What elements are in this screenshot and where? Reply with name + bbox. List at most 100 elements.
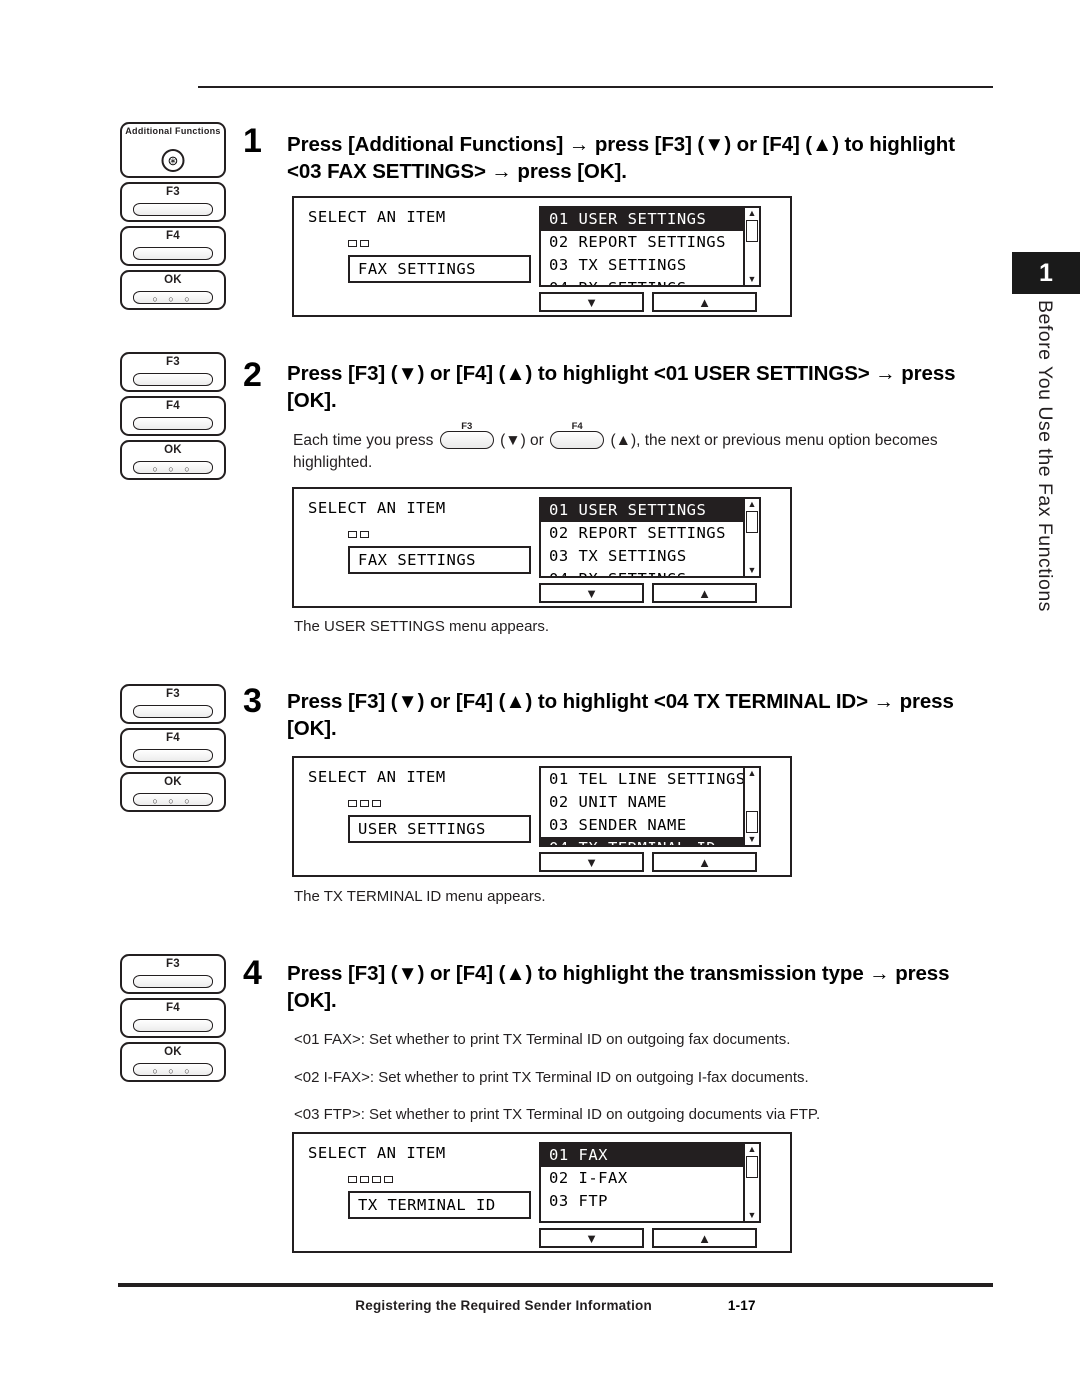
key-ok[interactable]: OK ○ ○ ○ — [120, 440, 226, 480]
scroll-thumb[interactable] — [746, 811, 758, 833]
key-column-step-1: Additional Functions ⊛ F3 F4 OK ○ ○ ○ — [120, 122, 226, 314]
lcd-1-item-1[interactable]: 02 REPORT SETTINGS — [541, 231, 759, 254]
lcd-3-down-button[interactable]: ▼ — [539, 852, 644, 872]
lcd-3-item-0[interactable]: 01 TEL LINE SETTINGS — [541, 768, 759, 791]
scroll-thumb[interactable] — [746, 1156, 758, 1178]
key-f4[interactable]: F4 — [120, 728, 226, 768]
lcd-4-left-box: TX TERMINAL ID — [348, 1191, 531, 1219]
step-1-number: 1 — [243, 122, 262, 160]
lcd-1-item-3[interactable]: 04 RX SETTINGS — [541, 277, 759, 285]
scroll-up-icon[interactable]: ▲ — [745, 500, 759, 509]
lcd-1-level-squares — [348, 240, 369, 247]
key-ok-dots: ○ ○ ○ — [152, 1066, 194, 1076]
lcd-screen-2: SELECT AN ITEM FAX SETTINGS 01 USER SETT… — [292, 487, 792, 608]
scroll-thumb[interactable] — [746, 220, 758, 242]
key-f3-label: F3 — [165, 958, 181, 970]
key-f3-button[interactable] — [133, 373, 213, 386]
lcd-2-button-bar: ▼ ▲ — [539, 583, 757, 603]
chapter-side-title: Before You Use the Fax Functions — [1034, 300, 1056, 612]
scroll-up-icon[interactable]: ▲ — [745, 1145, 759, 1154]
lcd-3-scrollbar[interactable]: ▲ ▼ — [743, 768, 759, 845]
lcd-2-down-button[interactable]: ▼ — [539, 583, 644, 603]
key-f4-label: F4 — [165, 1002, 181, 1014]
lcd-3-item-1[interactable]: 02 UNIT NAME — [541, 791, 759, 814]
lcd-1-scrollbar[interactable]: ▲ ▼ — [743, 208, 759, 285]
lcd-2-item-2[interactable]: 03 TX SETTINGS — [541, 545, 759, 568]
scroll-up-icon[interactable]: ▲ — [745, 769, 759, 778]
lcd-4-item-1[interactable]: 02 I-FAX — [541, 1167, 759, 1190]
step-2-note: Each time you press F3 (▼) or F4 (▲), th… — [293, 421, 988, 475]
key-ok[interactable]: OK ○ ○ ○ — [120, 1042, 226, 1082]
step-4-bullet-1: <02 I-FAX>: Set whether to print TX Term… — [294, 1069, 809, 1086]
step-2-note-before: Each time you press — [293, 432, 434, 449]
key-column-step-3: F3 F4 OK ○ ○ ○ — [120, 684, 226, 816]
key-f3-button[interactable] — [133, 975, 213, 988]
lcd-2-item-3[interactable]: 04 RX SETTINGS — [541, 568, 759, 576]
lcd-1-up-button[interactable]: ▲ — [652, 292, 757, 312]
footer-page-number: 1-17 — [727, 1298, 756, 1313]
key-f4[interactable]: F4 — [120, 998, 226, 1038]
key-f3[interactable]: F3 — [120, 352, 226, 392]
key-additional-functions-label: Additional Functions — [125, 126, 221, 136]
step-3-number: 3 — [243, 682, 262, 720]
key-ok-dots: ○ ○ ○ — [152, 294, 194, 304]
scroll-down-icon[interactable]: ▼ — [745, 566, 759, 575]
key-f4-button[interactable] — [133, 1019, 213, 1032]
key-f4-button[interactable] — [133, 749, 213, 762]
lcd-screen-3: SELECT AN ITEM USER SETTINGS 01 TEL LINE… — [292, 756, 792, 877]
key-f4-label: F4 — [165, 230, 181, 242]
lcd-4-item-2[interactable]: 03 FTP — [541, 1190, 759, 1213]
key-additional-functions[interactable]: Additional Functions ⊛ — [120, 122, 226, 178]
inline-key-f4-label: F4 — [571, 420, 583, 432]
key-ok-dots: ○ ○ ○ — [152, 796, 194, 806]
lcd-1-button-bar: ▼ ▲ — [539, 292, 757, 312]
footer-title: Registering the Required Sender Informat… — [355, 1298, 652, 1313]
key-ok-label: OK — [164, 1046, 182, 1058]
lcd-4-scrollbar[interactable]: ▲ ▼ — [743, 1144, 759, 1221]
key-f3-label: F3 — [165, 356, 181, 368]
lcd-2-item-0[interactable]: 01 USER SETTINGS — [541, 499, 759, 522]
inline-key-f3-label: F3 — [461, 420, 473, 432]
lcd-2-title: SELECT AN ITEM — [308, 499, 446, 517]
chapter-number-tab: 1 — [1012, 252, 1080, 294]
key-f3-button[interactable] — [133, 203, 213, 216]
key-f3-label: F3 — [165, 688, 181, 700]
key-f3[interactable]: F3 — [120, 182, 226, 222]
lcd-2-up-button[interactable]: ▲ — [652, 583, 757, 603]
step-2-note-mid: (▼) or — [500, 432, 544, 449]
lcd-3-item-3[interactable]: 04 TX TERMINAL ID — [541, 836, 759, 845]
scroll-down-icon[interactable]: ▼ — [745, 835, 759, 844]
lcd-4-item-0[interactable]: 01 FAX — [541, 1144, 759, 1167]
key-f4[interactable]: F4 — [120, 396, 226, 436]
lcd-2-scrollbar[interactable]: ▲ ▼ — [743, 499, 759, 576]
scroll-up-icon[interactable]: ▲ — [745, 209, 759, 218]
lcd-2-item-1[interactable]: 02 REPORT SETTINGS — [541, 522, 759, 545]
key-f4-button[interactable] — [133, 417, 213, 430]
key-f4[interactable]: F4 — [120, 226, 226, 266]
lcd-4-down-button[interactable]: ▼ — [539, 1228, 644, 1248]
key-ok[interactable]: OK ○ ○ ○ — [120, 270, 226, 310]
scroll-thumb[interactable] — [746, 511, 758, 533]
key-ok[interactable]: OK ○ ○ ○ — [120, 772, 226, 812]
key-f3[interactable]: F3 — [120, 684, 226, 724]
key-f4-button[interactable] — [133, 247, 213, 260]
lcd-3-up-button[interactable]: ▲ — [652, 852, 757, 872]
scroll-down-icon[interactable]: ▼ — [745, 1211, 759, 1220]
lcd-1-title: SELECT AN ITEM — [308, 208, 446, 226]
lcd-1-item-2[interactable]: 03 TX SETTINGS — [541, 254, 759, 277]
lcd-1-item-0[interactable]: 01 USER SETTINGS — [541, 208, 759, 231]
additional-functions-icon: ⊛ — [161, 149, 185, 172]
lcd-3-item-2[interactable]: 03 SENDER NAME — [541, 814, 759, 837]
lcd-3-title: SELECT AN ITEM — [308, 768, 446, 786]
key-f3-button[interactable] — [133, 705, 213, 718]
scroll-down-icon[interactable]: ▼ — [745, 275, 759, 284]
key-f3[interactable]: F3 — [120, 954, 226, 994]
inline-key-f4[interactable]: F4 — [550, 421, 605, 449]
step-2-result-note: The USER SETTINGS menu appears. — [294, 618, 550, 635]
key-ok-label: OK — [164, 444, 182, 456]
lcd-4-up-button[interactable]: ▲ — [652, 1228, 757, 1248]
lcd-1-down-button[interactable]: ▼ — [539, 292, 644, 312]
lcd-4-level-squares — [348, 1176, 393, 1183]
inline-key-f3[interactable]: F3 — [439, 421, 494, 449]
key-ok-label: OK — [164, 776, 182, 788]
